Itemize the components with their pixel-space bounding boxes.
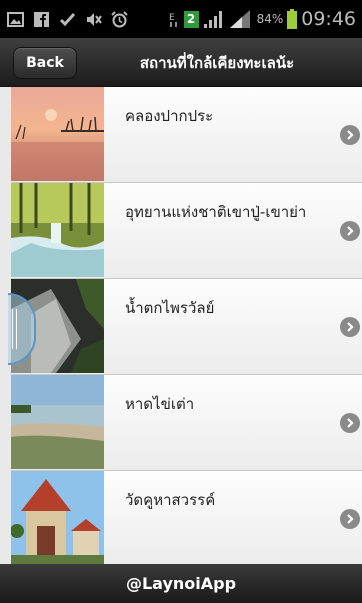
back-button[interactable]: Back — [13, 47, 77, 79]
svg-text:E: E — [169, 13, 175, 23]
signal-icon — [203, 11, 222, 28]
chevron-right-icon — [340, 125, 360, 145]
app-header: Back สถานที่ใกล้เคียงทะเลน้ะ — [0, 38, 362, 87]
place-thumbnail — [11, 87, 104, 181]
battery-percent: 84% — [256, 12, 284, 26]
list-item[interactable]: วัดคูหาสวรรค์ — [11, 471, 362, 567]
page-title: สถานที่ใกล้เคียงทะเลน้ะ — [139, 54, 295, 72]
place-name: คลองปากประ — [125, 107, 214, 125]
chevron-right-icon — [340, 413, 360, 433]
place-thumbnail — [11, 375, 104, 469]
status-bar: E 2 84% 09:46 — [0, 0, 362, 38]
data-icon: E — [169, 13, 177, 27]
grip-icon — [12, 309, 17, 349]
chevron-right-icon — [340, 509, 360, 529]
place-name: อุทยานแห่งชาติเขาปู่-เขาย่า — [125, 203, 307, 221]
image-icon — [7, 12, 24, 27]
list-item[interactable]: คลองปากประ — [11, 87, 362, 183]
check-icon — [59, 12, 76, 27]
chevron-right-icon — [340, 317, 360, 337]
signal-icon — [229, 10, 250, 28]
battery-icon — [287, 9, 298, 29]
list-item[interactable]: อุทยานแห่งชาติเขาปู่-เขาย่า — [11, 183, 362, 279]
places-list: คลองปากประ อุทยานแห่งชาติเขาปู่-เขาย่า น… — [11, 87, 362, 567]
footer-bar: @LaynoiApp — [0, 564, 362, 603]
place-thumbnail — [11, 471, 104, 565]
list-item[interactable]: น้ำตกไพรวัลย์ — [11, 279, 362, 375]
chevron-right-icon — [340, 221, 360, 241]
sim-icon: 2 — [183, 10, 199, 28]
place-name: หาดไข่เต่า — [125, 395, 195, 413]
clock: 09:46 — [301, 8, 356, 30]
alarm-icon — [111, 11, 128, 28]
footer-label: @LaynoiApp — [125, 574, 237, 593]
place-name: น้ำตกไพรวัลย์ — [125, 299, 215, 317]
list-item[interactable]: หาดไข่เต่า — [11, 375, 362, 471]
mute-icon — [87, 13, 102, 26]
place-name: วัดคูหาสวรรค์ — [125, 491, 216, 509]
place-thumbnail — [11, 183, 104, 277]
facebook-icon — [34, 12, 49, 27]
